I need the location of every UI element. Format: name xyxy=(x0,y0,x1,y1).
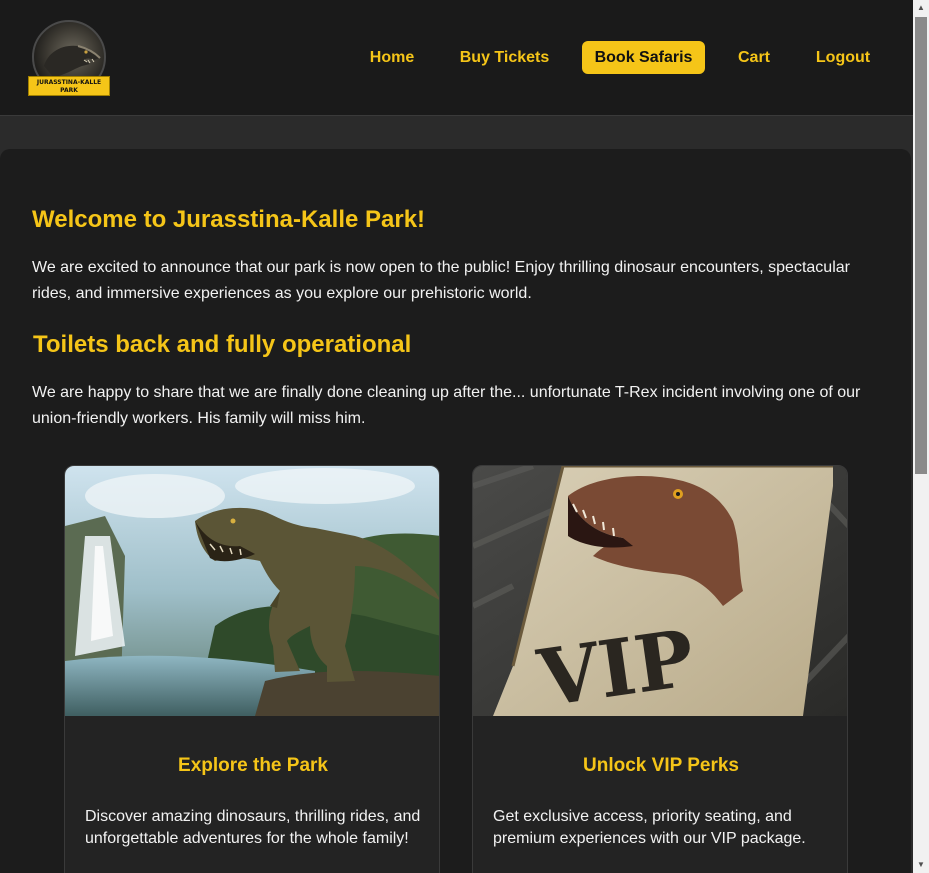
nav-cart[interactable]: Cart xyxy=(730,41,778,74)
trex-jungle-image xyxy=(65,466,439,716)
main-content: Welcome to Jurasstina-Kalle Park! We are… xyxy=(0,149,911,873)
news-text: We are happy to share that we are finall… xyxy=(32,384,861,427)
welcome-text: We are excited to announce that our park… xyxy=(32,259,850,302)
vip-perks-card[interactable]: VIP Unlock VIP Perks Get exclusive acces… xyxy=(472,465,848,873)
card-title: Unlock VIP Perks xyxy=(583,755,739,776)
nav-buy-tickets[interactable]: Buy Tickets xyxy=(451,41,558,74)
nav-logout[interactable]: Logout xyxy=(808,41,878,74)
nav-home[interactable]: Home xyxy=(360,41,424,74)
page-scrollbar[interactable]: ▲ ▼ xyxy=(913,0,929,873)
explore-park-card[interactable]: Explore the Park Discover amazing dinosa… xyxy=(64,465,440,873)
card-description: Discover amazing dinosaurs, thrilling ri… xyxy=(85,808,421,847)
main-nav: Home Buy Tickets Book Safaris Cart Logou… xyxy=(0,41,913,74)
logo-banner-text: JURASSTINA-KALLE PARK xyxy=(28,76,110,96)
welcome-heading: Welcome to Jurasstina-Kalle Park! xyxy=(32,206,426,233)
card-title: Explore the Park xyxy=(178,755,328,776)
scroll-up-icon[interactable]: ▲ xyxy=(913,0,929,16)
nav-book-safaris[interactable]: Book Safaris xyxy=(582,41,705,74)
scroll-down-icon[interactable]: ▼ xyxy=(913,857,929,873)
scroll-thumb[interactable] xyxy=(915,17,927,474)
site-header: JURASSTINA-KALLE PARK Home Buy Tickets B… xyxy=(0,0,913,116)
card-description: Get exclusive access, priority seating, … xyxy=(493,808,806,847)
vip-ticket-image: VIP xyxy=(473,466,847,716)
news-heading: Toilets back and fully operational xyxy=(33,331,412,358)
